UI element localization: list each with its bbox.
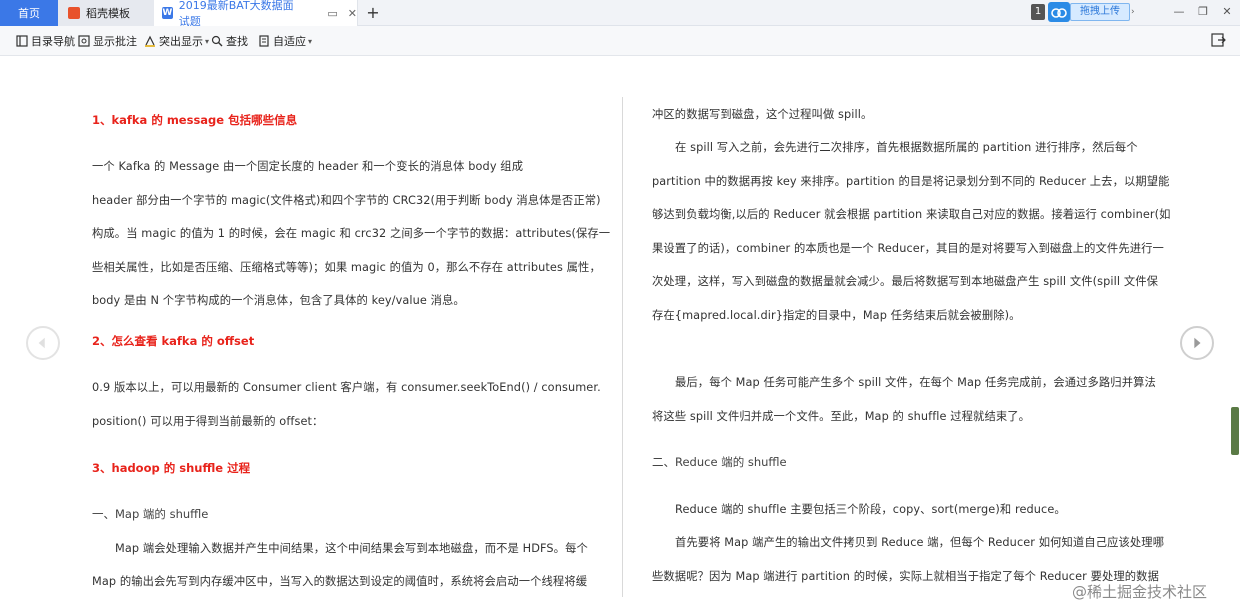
exit-reading-icon[interactable] — [1210, 32, 1226, 48]
subheading-reduce-shuffle: 二、Reduce 端的 shuffle — [652, 455, 787, 469]
restore-button[interactable]: ❐ — [1194, 4, 1212, 20]
close-window-button[interactable]: ✕ — [1218, 4, 1236, 20]
para-line: 存在{mapred.local.dir}指定的目录中，Map 任务结束后就会被删… — [652, 309, 1021, 322]
page-fit-icon — [259, 35, 269, 47]
show-comments-button[interactable]: 显示批注 — [78, 32, 137, 50]
next-page-icon[interactable] — [1180, 326, 1214, 360]
heading-hadoop-shuffle: 3、hadoop 的 shuffle 过程 — [92, 461, 251, 475]
new-tab-button[interactable]: + — [362, 2, 384, 24]
minimize-button[interactable]: — — [1170, 4, 1188, 20]
tab-document-label: 2019最新BAT大数据面试题 — [178, 0, 294, 28]
tab-document[interactable]: W 2019最新BAT大数据面试题 ▭ ✕ — [154, 0, 358, 28]
para-line: 最后，每个 Map 任务可能产生多个 spill 文件，在每个 Map 任务完成… — [675, 376, 1156, 389]
fit-dropdown-icon: ▾ — [308, 36, 313, 46]
para-line: 冲区的数据写到磁盘，这个过程叫做 spill。 — [652, 108, 873, 121]
page-divider — [622, 97, 623, 597]
para-line: 首先要将 Map 端产生的输出文件拷贝到 Reduce 端，但每个 Reduce… — [675, 536, 1165, 549]
tab-daoke-label: 稻壳模板 — [86, 7, 130, 20]
toc-nav-label: 目录导航 — [31, 35, 75, 48]
tab-bar: 首页 稻壳模板 W 2019最新BAT大数据面试题 ▭ ✕ + 1 拖拽上传 ›… — [0, 0, 1240, 28]
find-label: 查找 — [226, 35, 248, 48]
show-comments-label: 显示批注 — [93, 35, 137, 48]
para-line: 些相关属性，比如是否压缩、压缩格式等等)；如果 magic 的值为 0，那么不存… — [92, 261, 601, 274]
comment-icon — [78, 35, 90, 47]
para-line: 在 spill 写入之前，会先进行二次排序，首先根据数据所属的 partitio… — [675, 141, 1138, 154]
para-line: 够达到负载均衡,以后的 Reducer 就会根据 partition 来读取自己… — [652, 208, 1171, 221]
search-icon — [211, 35, 223, 47]
fit-mode-button[interactable]: 自适应 ▾ — [258, 32, 312, 50]
scrollbar-handle[interactable] — [1231, 407, 1239, 455]
window-pin-icon[interactable]: ▭ — [327, 7, 337, 20]
close-tab-icon[interactable]: ✕ — [348, 7, 357, 20]
para-line: 构成。当 magic 的值为 1 的时候，会在 magic 和 crc32 之间… — [92, 227, 611, 240]
para-line: body 是由 N 个字节构成的一个消息体，包含了具体的 key/value 消… — [92, 294, 465, 307]
highlight-button[interactable]: 突出显示 ▾ — [144, 32, 209, 50]
wps-writer-icon: W — [162, 7, 173, 19]
toc-nav-button[interactable]: 目录导航 — [16, 32, 75, 50]
para-line: Map 端会处理输入数据并产生中间结果，这个中间结果会写到本地磁盘，而不是 HD… — [115, 542, 588, 555]
cloud-upload-icon[interactable] — [1048, 2, 1070, 22]
drag-upload-button[interactable]: 拖拽上传 — [1070, 3, 1130, 21]
subheading-map-shuffle: 一、Map 端的 shuffle — [92, 507, 209, 521]
prev-page-icon[interactable] — [26, 326, 60, 360]
fit-mode-label: 自适应 — [273, 35, 306, 48]
document-view: 1、kafka 的 message 包括哪些信息 一个 Kafka 的 Mess… — [0, 57, 1240, 606]
tab-home[interactable]: 首页 — [0, 0, 58, 26]
para-line: 果设置了的话)，combiner 的本质也是一个 Reducer，其目的是对将要… — [652, 242, 1164, 255]
highlight-label: 突出显示 — [159, 35, 203, 48]
upload-dropdown-icon[interactable]: › — [1131, 7, 1135, 17]
para-line: 一个 Kafka 的 Message 由一个固定长度的 header 和一个变长… — [92, 160, 524, 173]
daoke-logo-icon — [68, 7, 80, 19]
notification-badge[interactable]: 1 — [1031, 4, 1045, 20]
para-line: 次处理，这样，写入到磁盘的数据量就会减少。最后将数据写到本地磁盘产生 spill… — [652, 275, 1159, 288]
para-line: partition 中的数据再按 key 来排序。partition 的目是将记… — [652, 175, 1170, 188]
reader-toolbar: 目录导航 显示批注 突出显示 ▾ 查找 自适应 ▾ — [0, 26, 1240, 56]
para-line: Map 的输出会先写到内存缓冲区中，当写入的数据达到设定的阈值时，系统将会启动一… — [92, 575, 588, 588]
highlight-dropdown-icon: ▾ — [205, 36, 210, 46]
para-line: 将这些 spill 文件归并成一个文件。至此，Map 的 shuffle 过程就… — [652, 410, 1031, 423]
para-line: Reduce 端的 shuffle 主要包括三个阶段，copy、sort(mer… — [675, 503, 1066, 516]
highlight-icon — [145, 35, 155, 47]
toc-icon — [16, 35, 28, 47]
tab-home-label: 首页 — [18, 7, 40, 20]
para-line: header 部分由一个字节的 magic(文件格式)和四个字节的 CRC32(… — [92, 194, 601, 207]
para-line: 0.9 版本以上，可以用最新的 Consumer client 客户端，有 co… — [92, 381, 601, 394]
para-line: position() 可以用于得到当前最新的 offset： — [92, 415, 324, 428]
heading-kafka-message: 1、kafka 的 message 包括哪些信息 — [92, 113, 298, 127]
tab-daoke-templates[interactable]: 稻壳模板 — [58, 0, 154, 26]
find-button[interactable]: 查找 — [211, 32, 248, 50]
watermark-text: @稀土掘金技术社区 — [1072, 583, 1208, 601]
heading-kafka-offset: 2、怎么查看 kafka 的 offset — [92, 334, 255, 348]
